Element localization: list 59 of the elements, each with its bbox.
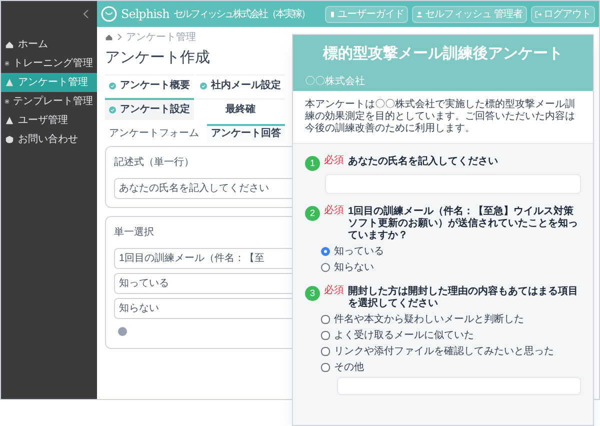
option-label: 知らない <box>334 261 374 274</box>
company-name: 〇〇株式会社 <box>305 74 366 88</box>
sidebar-item[interactable]: ユーザ管理 <box>1 111 97 130</box>
required-label: 必須 <box>324 156 344 166</box>
home-icon[interactable] <box>105 33 113 41</box>
answer-field[interactable] <box>325 174 581 194</box>
sidebar-item[interactable]: お問い合わせ <box>1 130 97 149</box>
chevron-icon <box>117 34 122 40</box>
question-text: 開封した方は開封した理由の内容もあてはまる項目を選択してください <box>348 286 579 310</box>
option-label: その他 <box>334 361 364 374</box>
question-text: あなたの氏名を記入してください <box>348 156 498 168</box>
add-icon[interactable] <box>118 326 127 336</box>
user-icon <box>416 10 424 18</box>
square-icon <box>5 97 9 106</box>
checkbox[interactable] <box>321 347 330 356</box>
form-tab[interactable]: アンケートフォーム <box>105 124 203 142</box>
input-field[interactable]: 1回目の訓練メール（件名：【至 <box>114 248 293 268</box>
option-label: よく受け取るメールに似ていた <box>334 329 474 342</box>
number-badge: 2 <box>305 206 320 221</box>
page-title: アンケート作成 <box>105 48 211 68</box>
question-text: 1回目の訓練メール（件名：【至急】ウイルス対策ソフト更新のお願い）が送信されていたことを知っていますか？ <box>348 206 579 242</box>
required-label: 必須 <box>324 206 344 216</box>
number-badge: 3 <box>305 286 320 301</box>
option-label: リンクや添付ファイルを確認してみたいと思った <box>334 345 554 358</box>
check-icon <box>109 80 116 90</box>
input-field[interactable]: 知っている <box>114 272 293 294</box>
intro-text: 本アンケートは〇〇株式会社で実施した標的型攻撃メール訓練の効果測定を目的としています。ご回答いただいた内容は今後の訓練改善のために利用します。 <box>293 91 593 144</box>
triangle-icon <box>5 78 14 87</box>
check-icon <box>200 80 207 90</box>
form-tab[interactable]: アンケート回答 <box>207 124 285 142</box>
survey-title: 標的型攻撃メール訓練後アンケート <box>322 44 564 64</box>
logout-icon <box>534 10 542 18</box>
home-icon <box>5 40 14 49</box>
option-label: 件名や本文から疑わしいメールと判断した <box>334 313 524 326</box>
checkbox[interactable] <box>321 315 330 324</box>
logo: Selphish <box>121 6 170 23</box>
required-label: 必須 <box>324 286 344 296</box>
radio-button[interactable] <box>321 247 330 256</box>
number-badge: 1 <box>305 156 320 171</box>
check-icon <box>109 104 116 114</box>
input-field[interactable]: 知らない <box>114 298 293 318</box>
triangle-icon <box>5 116 14 125</box>
shield-icon <box>5 135 14 144</box>
sidebar-item[interactable]: トレーニング管理 <box>1 54 97 73</box>
checkbox[interactable] <box>321 363 330 372</box>
company-name: セルフィッシュ株式会社（本実稼） <box>173 8 310 22</box>
option-label: 知っている <box>334 245 384 258</box>
sidebar-item[interactable]: ホーム <box>1 35 97 54</box>
step-tab[interactable]: アンケート設定 <box>105 98 194 120</box>
input-field[interactable]: あなたの氏名を記入してください <box>114 178 293 198</box>
logo-icon <box>101 6 117 22</box>
other-field[interactable] <box>337 377 581 395</box>
sidebar-item[interactable]: テンプレート管理 <box>1 92 97 111</box>
card-label: 単一選択 <box>114 226 155 240</box>
checkbox[interactable] <box>321 331 330 340</box>
square-icon <box>5 59 9 68</box>
card-label: 記述式（単一行） <box>114 156 195 170</box>
collapse-icon[interactable] <box>83 10 89 18</box>
radio-button[interactable] <box>321 263 330 272</box>
